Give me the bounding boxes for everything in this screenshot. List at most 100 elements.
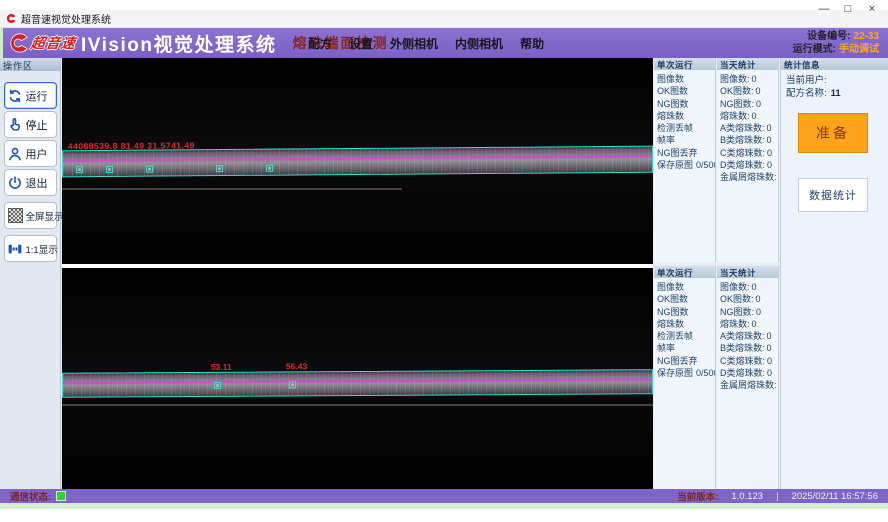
desktop-background (0, 503, 888, 509)
menu-settings[interactable]: 设置 (349, 35, 373, 52)
stat-value: 0 (756, 307, 761, 317)
stat-row: NG图丢弃 (654, 147, 715, 159)
stat-label: NG图数 (657, 307, 689, 317)
close-button[interactable]: × (860, 0, 884, 18)
stat-row: D类熔珠数:0 (717, 367, 778, 379)
stat-label: 熔珠数 (657, 319, 684, 329)
stat-row: NG图数:0 (717, 98, 778, 110)
stat-value: 0 (752, 111, 757, 121)
user-label: 用户 (26, 146, 48, 162)
stat-label: 图像数 (657, 282, 684, 292)
stat-value: 0 (767, 331, 772, 341)
stat-row: A类熔珠数:0 (717, 330, 778, 342)
main-area: 操作区 运行 停止 (0, 58, 888, 489)
run-label: 运行 (26, 88, 48, 104)
brand-logo-text: 超音速 (30, 33, 78, 53)
os-titlebar: 超音速视觉处理系统 (0, 10, 888, 28)
save-count: 0/500 (696, 160, 715, 170)
measurement-annotation: 53.11 (211, 362, 232, 372)
app-window: 超音速视觉处理系统 — □ × 超音速 IVision视觉处理系统 熔珠端面检测… (0, 0, 888, 522)
info-rows: 当前用户: 配方名称:11 (781, 70, 888, 100)
stat-row: 图像数:0 (717, 281, 778, 293)
stat-value: 0 (752, 74, 757, 84)
power-icon (7, 174, 24, 191)
save-image-row: 保存原图0/500 (654, 367, 715, 379)
save-image-row: 保存原图0/500 (654, 159, 715, 171)
prepare-button[interactable]: 准备 (798, 113, 868, 153)
stat-label: 熔珠数 (657, 111, 684, 121)
recipe-name-value: 11 (831, 88, 841, 99)
fullscreen-label: 全屏显示 (26, 209, 64, 223)
app-title: IVision视觉处理系统 (81, 30, 276, 57)
run-button[interactable]: 运行 (4, 82, 57, 109)
stat-row: 熔珠数:0 (717, 110, 778, 122)
version-label: 当前版本: (677, 489, 718, 503)
defect-box (76, 166, 83, 173)
stop-button[interactable]: 停止 (4, 111, 57, 138)
stats-panel-top: 单次运行 图像数OK图数NG图数熔珠数检测丢帧帧率NG图丢弃 保存原图0/500… (654, 58, 779, 262)
stop-hand-icon (7, 116, 24, 133)
data-statistics-button[interactable]: 数据统计 (798, 178, 868, 212)
menu-outer-camera[interactable]: 外侧相机 (390, 35, 438, 52)
defect-box (216, 165, 223, 172)
stat-row: D类熔珠数:0 (717, 159, 778, 171)
menu-recipe[interactable]: 配方 (308, 35, 332, 52)
strip-reflection (62, 404, 653, 406)
edge-line-overlay (63, 155, 652, 162)
sidebar-buttons: 运行 停止 用户 (0, 71, 60, 262)
camera-view-top: 44088539.8 81.49 31.5741.49 (62, 58, 653, 264)
measurement-annotation: 44088539.8 81.49 31.5741.49 (68, 140, 195, 151)
defect-box (106, 166, 113, 173)
run-mode-value: 手动调试 (839, 44, 879, 55)
stat-value: 0 (767, 356, 772, 366)
stat-label: D类熔珠数: (720, 160, 765, 170)
menu-inner-camera[interactable]: 内侧相机 (455, 35, 503, 52)
exit-button[interactable]: 退出 (4, 169, 57, 196)
stat-value: 0 (767, 368, 772, 378)
stat-label: OK图数: (720, 294, 754, 304)
sidebar-title: 操作区 (0, 58, 60, 71)
stat-row: 图像数 (654, 73, 715, 85)
stat-row: NG图丢弃 (654, 355, 715, 367)
stat-row: 检测丢帧 (654, 330, 715, 342)
window-edge (0, 28, 3, 58)
stat-label: 熔珠数: (720, 319, 750, 329)
stat-row: OK图数:0 (717, 85, 778, 97)
metal-strip-overlay: 53.11 56.43 (62, 369, 653, 398)
stat-row: B类熔珠数:0 (717, 134, 778, 146)
stat-label: A类熔珠数: (720, 123, 765, 133)
defect-box (266, 165, 273, 172)
stat-row: NG图数 (654, 98, 715, 110)
operation-sidebar: 操作区 运行 停止 (0, 58, 61, 489)
edge-line-overlay (63, 378, 652, 384)
stat-label: NG图丢弃 (657, 356, 698, 366)
stat-label: B类熔珠数: (720, 135, 765, 145)
one-to-one-label: 1:1显示 (26, 242, 58, 256)
fullscreen-grid-icon (7, 207, 24, 224)
maximize-button[interactable]: □ (836, 0, 860, 18)
device-id-value: 22-33 (853, 31, 879, 42)
one-to-one-button[interactable]: 1:1显示 (4, 235, 57, 262)
daily-stats-column: 当天统计 图像数:0OK图数:0NG图数:0熔珠数:0A类熔珠数:0B类熔珠数:… (717, 266, 779, 489)
stat-row: 熔珠数:0 (717, 318, 778, 330)
stat-row: 金属屑熔珠数:0 (717, 379, 778, 391)
status-bar: 通信状态: 当前版本: 1.0.123 | 2025/02/11 16:57:5… (0, 489, 888, 503)
stat-row: C类熔珠数:0 (717, 355, 778, 367)
stat-row: A类熔珠数:0 (717, 122, 778, 134)
stat-label: 熔珠数: (720, 111, 750, 121)
stat-label: C类熔珠数: (720, 148, 765, 158)
daily-stats-column: 当天统计 图像数:0OK图数:0NG图数:0熔珠数:0A类熔珠数:0B类熔珠数:… (717, 58, 779, 262)
device-info: 设备编号:22-33 运行模式:手动调试 (793, 30, 879, 56)
user-button[interactable]: 用户 (4, 140, 57, 167)
stat-label: B类熔珠数: (720, 343, 765, 353)
minimize-button[interactable]: — (812, 0, 836, 18)
datetime: 2025/02/11 16:57:56 (792, 491, 878, 502)
stat-label: 金属屑熔珠数: (720, 380, 777, 390)
stats-panel-bottom: 单次运行 图像数OK图数NG图数熔珠数检测丢帧帧率NG图丢弃 保存原图0/500… (654, 266, 779, 489)
one-to-one-icon (7, 240, 24, 257)
menu-help[interactable]: 帮助 (520, 35, 544, 52)
device-id-label: 设备编号: (807, 31, 850, 42)
stat-value: 0 (767, 160, 772, 170)
daily-stats-header: 当天统计 (717, 266, 778, 278)
fullscreen-button[interactable]: 全屏显示 (4, 202, 57, 229)
